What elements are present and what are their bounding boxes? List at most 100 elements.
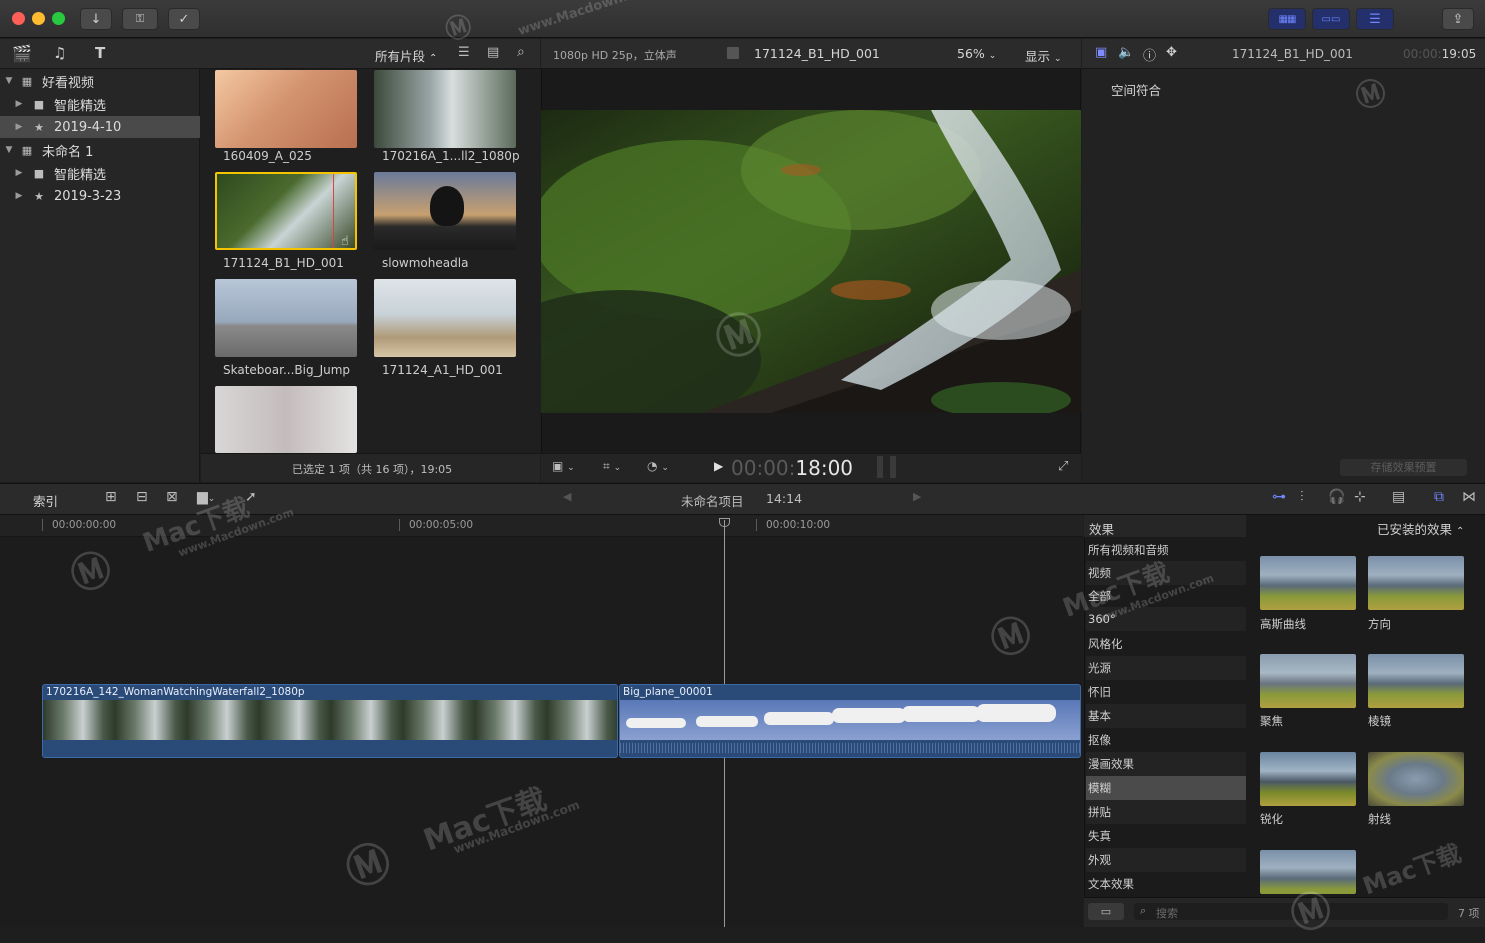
disclosure-closed-icon[interactable]: ▶	[14, 99, 24, 109]
library-item[interactable]: ▼ ▦ 好看视频	[0, 70, 200, 92]
search-icon[interactable]: ⌕	[517, 44, 525, 60]
effect-thumbnail[interactable]	[1260, 850, 1356, 894]
clip-thumbnail[interactable]	[374, 70, 516, 148]
clip-name: 171124_B1_HD_001	[223, 256, 344, 270]
zoom-dropdown[interactable]: 56% ⌄	[957, 46, 996, 61]
library-item[interactable]: ▶ ★ 2019-3-23	[0, 185, 200, 207]
video-inspector-icon[interactable]: ▣	[1095, 45, 1107, 60]
disclosure-open-icon[interactable]: ▼	[4, 76, 14, 86]
save-effects-preset-button[interactable]: 存储效果预置	[1340, 459, 1467, 476]
disclosure-closed-icon[interactable]: ▶	[14, 191, 24, 201]
clip-filter-dropdown[interactable]: 所有片段 ⌃	[375, 46, 437, 65]
solo-icon[interactable]: 🎧	[1328, 489, 1345, 505]
airplane	[764, 712, 834, 725]
view-options-dropdown[interactable]: 显示 ⌄	[1025, 46, 1062, 65]
effects-category[interactable]: 360°	[1086, 607, 1246, 631]
audio-inspector-icon[interactable]: 🔈	[1118, 45, 1134, 60]
library-item[interactable]: ▶ ■ 智能精选	[0, 93, 200, 115]
minimize-window-button[interactable]	[32, 12, 45, 25]
photos-audio-icon[interactable]: ♫	[53, 44, 73, 64]
clip-thumbnail[interactable]	[374, 279, 516, 357]
connect-clip-icon[interactable]: ⊞	[105, 489, 117, 505]
background-tasks-button[interactable]: ✓	[168, 8, 200, 30]
effect-thumbnail[interactable]	[1260, 654, 1356, 708]
effect-thumbnail[interactable]	[1368, 556, 1464, 610]
effects-category[interactable]: 全部	[1086, 584, 1246, 608]
effects-category[interactable]: 文本效果	[1086, 872, 1246, 896]
view-mode-dropdown[interactable]: ▣ ⌄	[552, 459, 575, 473]
disclosure-open-icon[interactable]: ▼	[4, 145, 14, 155]
library-item[interactable]: ▶ ■ 智能精选	[0, 162, 200, 184]
play-button[interactable]: ▶	[714, 459, 723, 473]
disclosure-closed-icon[interactable]: ▶	[14, 122, 24, 132]
effects-category[interactable]: 怀旧	[1086, 680, 1246, 704]
timeline-clip[interactable]: 170216A_142_WomanWatchingWaterfall2_1080…	[42, 684, 618, 758]
timeline-clip[interactable]: Big_plane_00001	[619, 684, 1081, 758]
titles-generators-icon[interactable]: T	[95, 44, 115, 64]
share-inspector-icon[interactable]: ✥	[1166, 45, 1177, 60]
library-item[interactable]: ▶ ★ 2019-4-10	[0, 116, 200, 138]
library-item-label: 智能精选	[54, 98, 107, 114]
clip-thumbnail[interactable]	[215, 70, 357, 148]
libraries-icon[interactable]: 🎬	[12, 44, 32, 64]
keywords-button[interactable]: ⚿	[122, 8, 158, 30]
effects-category[interactable]: 基本	[1086, 704, 1246, 728]
effects-category[interactable]: 风格化	[1086, 632, 1246, 656]
audio-skimming-icon[interactable]: ⫶	[1300, 489, 1304, 505]
fullscreen-icon[interactable]: ⤢	[1058, 459, 1068, 474]
effects-browser-icon[interactable]: ⧉	[1434, 489, 1444, 505]
info-icon[interactable]: ⓘ	[1143, 45, 1156, 64]
show-timeline-button[interactable]: ▭▭	[1312, 8, 1350, 30]
forward-arrow-icon[interactable]: ▶	[913, 490, 921, 503]
index-button[interactable]: 索引	[33, 491, 58, 510]
effects-category[interactable]: 所有视频和音频	[1086, 538, 1246, 562]
effects-category[interactable]: 光源	[1086, 656, 1246, 680]
effect-thumbnail[interactable]	[1368, 752, 1464, 806]
show-browser-button[interactable]: ▦▦	[1268, 8, 1306, 30]
retime-dropdown[interactable]: ◔ ⌄	[647, 459, 669, 473]
clip-appearance-icon[interactable]: ▤	[487, 45, 499, 60]
effects-category[interactable]: 失真	[1086, 824, 1246, 848]
disclosure-closed-icon[interactable]: ▶	[14, 168, 24, 178]
effects-category[interactable]: 视频	[1086, 561, 1246, 585]
clip-filter-label: 所有片段	[375, 49, 426, 64]
library-item[interactable]: ▼ ▦ 未命名 1	[0, 139, 200, 161]
effects-category[interactable]: 抠像	[1086, 728, 1246, 752]
zoom-window-button[interactable]	[52, 12, 65, 25]
clip-thumbnail[interactable]	[215, 279, 357, 357]
import-button[interactable]: ↓	[80, 8, 112, 30]
chevron-updown-icon: ⌃	[429, 53, 438, 64]
clip-thumbnail-selected[interactable]: ☝	[215, 172, 357, 250]
sliders-icon: ☰	[1369, 11, 1381, 27]
select-tool-icon[interactable]: ➚	[245, 489, 257, 505]
effect-thumbnail[interactable]	[1260, 752, 1356, 806]
overwrite-clip-icon[interactable]: ▆⌄	[197, 489, 215, 505]
skimming-icon[interactable]: ⊶	[1272, 489, 1286, 505]
clip-thumbnail[interactable]	[215, 386, 357, 453]
insert-clip-icon[interactable]: ⊟	[136, 489, 148, 505]
effects-category-selected[interactable]: 模糊	[1086, 776, 1246, 800]
back-arrow-icon[interactable]: ◀	[563, 490, 571, 503]
search-icon: ⌕	[1140, 904, 1147, 917]
viewer-image[interactable]	[541, 110, 1081, 413]
show-inspector-button[interactable]: ☰	[1356, 8, 1394, 30]
close-window-button[interactable]	[12, 12, 25, 25]
playhead-handle[interactable]	[719, 518, 730, 527]
list-view-icon[interactable]: ☰	[458, 45, 470, 60]
effects-category[interactable]: 外观	[1086, 848, 1246, 872]
append-clip-icon[interactable]: ⊠	[166, 489, 178, 505]
share-button[interactable]: ⇪	[1442, 8, 1474, 30]
installed-effects-dropdown[interactable]: 已安装的效果 ⌃	[1377, 519, 1464, 538]
sidebar-toggle-icon[interactable]: ▭	[1088, 903, 1124, 920]
effects-category[interactable]: 拼贴	[1086, 800, 1246, 824]
transitions-browser-icon[interactable]: ⋈	[1462, 489, 1476, 505]
effects-category[interactable]: 漫画效果	[1086, 752, 1246, 776]
snapping-icon[interactable]: ⊹	[1354, 489, 1366, 505]
effect-thumbnail[interactable]	[1368, 654, 1464, 708]
clip-appearance-icon[interactable]: ▤	[1392, 489, 1405, 505]
effect-thumbnail[interactable]	[1260, 556, 1356, 610]
timecode-main: 19:05	[1441, 47, 1477, 61]
clip-thumbnail[interactable]	[374, 172, 516, 250]
effects-search-field[interactable]: ⌕ 搜索	[1134, 903, 1448, 920]
transform-dropdown[interactable]: ⌗ ⌄	[603, 459, 621, 474]
